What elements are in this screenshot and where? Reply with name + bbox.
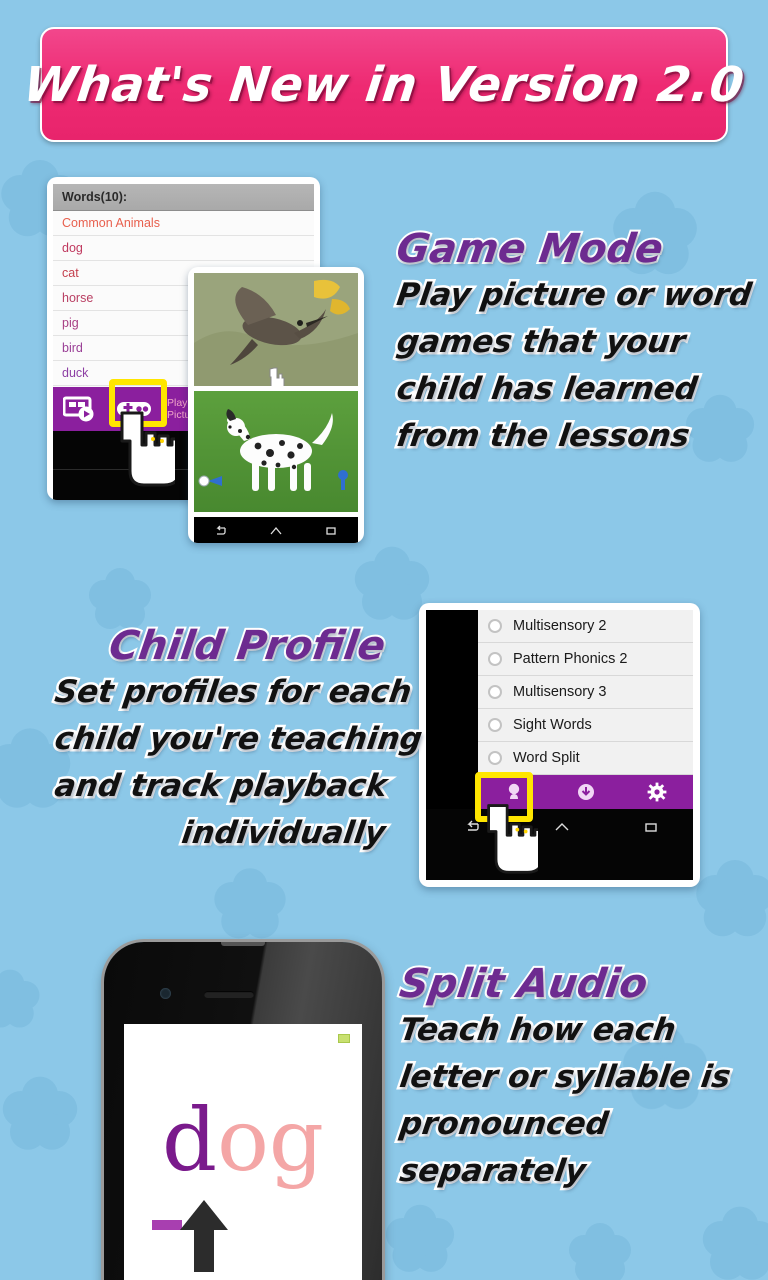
iphone-top-button [221, 942, 265, 946]
home-icon[interactable] [553, 820, 568, 832]
game-inner [194, 273, 358, 543]
recents-icon[interactable] [642, 820, 657, 832]
iphone-mockup: dog [104, 942, 382, 1280]
radio-button-icon[interactable] [488, 718, 502, 732]
slideshow-play-icon[interactable] [53, 387, 107, 431]
screen-badge-icon [338, 1034, 350, 1043]
wordlist-category-row[interactable]: Common Animals [53, 211, 314, 236]
back-icon[interactable] [214, 524, 228, 536]
header-banner: What's New in Version 2.0 [21, 27, 747, 142]
feature-title-child-profile: Child Profile [104, 621, 390, 671]
feature-line: and track playback [50, 766, 392, 807]
feature-line: Set profiles for each [50, 672, 416, 713]
arrow-stem [194, 1224, 214, 1272]
android-navbar [426, 809, 693, 842]
hand-cursor-icon [480, 800, 544, 881]
hummingbird-photo[interactable] [194, 273, 358, 386]
feature-line: individually [177, 813, 390, 854]
iphone-screen[interactable]: dog [124, 1024, 362, 1280]
option-label: Sight Words [513, 717, 592, 733]
profile-inner: Multisensory 2 Pattern Phonics 2 Multise… [426, 610, 693, 880]
download-icon[interactable] [550, 782, 622, 802]
feature-game-mode: Game Mode Play picture or word games tha… [392, 224, 757, 468]
option-sight-words[interactable]: Sight Words [478, 709, 693, 742]
radio-button-icon[interactable] [488, 652, 502, 666]
radio-button-icon[interactable] [488, 751, 502, 765]
option-word-split[interactable]: Word Split [478, 742, 693, 775]
option-label: Multisensory 2 [513, 618, 607, 634]
dalmatian-dog-photo[interactable] [194, 391, 358, 512]
feature-line: separately [395, 1151, 591, 1192]
profile-screenshot-card: Multisensory 2 Pattern Phonics 2 Multise… [419, 603, 700, 887]
banner-title: What's New in Version 2.0 [20, 56, 748, 113]
option-label: Multisensory 3 [513, 684, 607, 700]
option-label: Word Split [513, 750, 580, 766]
right-marker-icon[interactable] [332, 469, 354, 496]
wordlist-header: Words(10): [53, 184, 314, 211]
word-highlighted-letter: d [162, 1091, 218, 1191]
profile-bottom-black [426, 842, 693, 880]
lesson-options-list: Multisensory 2 Pattern Phonics 2 Multise… [478, 610, 693, 775]
left-arrow-hint-icon[interactable] [198, 473, 224, 494]
iphone-body: dog [104, 942, 382, 1280]
option-multisensory-3[interactable]: Multisensory 3 [478, 676, 693, 709]
front-camera-icon [160, 988, 171, 999]
feature-line: from the lessons [392, 416, 694, 457]
recents-icon[interactable] [324, 524, 338, 536]
feature-title-game-mode: Game Mode [392, 224, 668, 274]
feature-split-audio: Split Audio Teach how each letter or syl… [395, 959, 736, 1203]
feature-child-profile: Child Profile Set profiles for each chil… [50, 621, 427, 865]
feature-line: child has learned [392, 369, 702, 410]
split-underline-mark [152, 1220, 182, 1230]
wordlist-row-dog[interactable]: dog [53, 236, 314, 261]
back-icon[interactable] [464, 820, 479, 832]
split-audio-word: dog [124, 1098, 362, 1184]
profile-icon[interactable] [478, 782, 550, 802]
game-screenshot-card [188, 267, 364, 543]
settings-gear-icon[interactable] [621, 782, 693, 802]
option-multisensory-2[interactable]: Multisensory 2 [478, 610, 693, 643]
feature-line: child you're teaching [50, 719, 427, 760]
option-pattern-phonics-2[interactable]: Pattern Phonics 2 [478, 643, 693, 676]
photo-hand-cursor-icon [269, 366, 287, 386]
feature-line: letter or syllable is [395, 1057, 735, 1098]
radio-button-icon[interactable] [488, 619, 502, 633]
feature-line: games that your [392, 322, 690, 363]
option-label: Pattern Phonics 2 [513, 651, 628, 667]
hand-cursor-icon [113, 407, 182, 494]
home-icon[interactable] [269, 524, 283, 536]
earpiece-speaker-icon [204, 991, 254, 998]
feature-line: Teach how each [395, 1010, 681, 1051]
feature-line: pronounced [395, 1104, 613, 1145]
feature-title-split-audio: Split Audio [395, 959, 653, 1009]
feature-line: Play picture or word [392, 275, 756, 316]
word-remaining-letters: og [217, 1091, 324, 1191]
radio-button-icon[interactable] [488, 685, 502, 699]
android-navbar [194, 517, 358, 543]
